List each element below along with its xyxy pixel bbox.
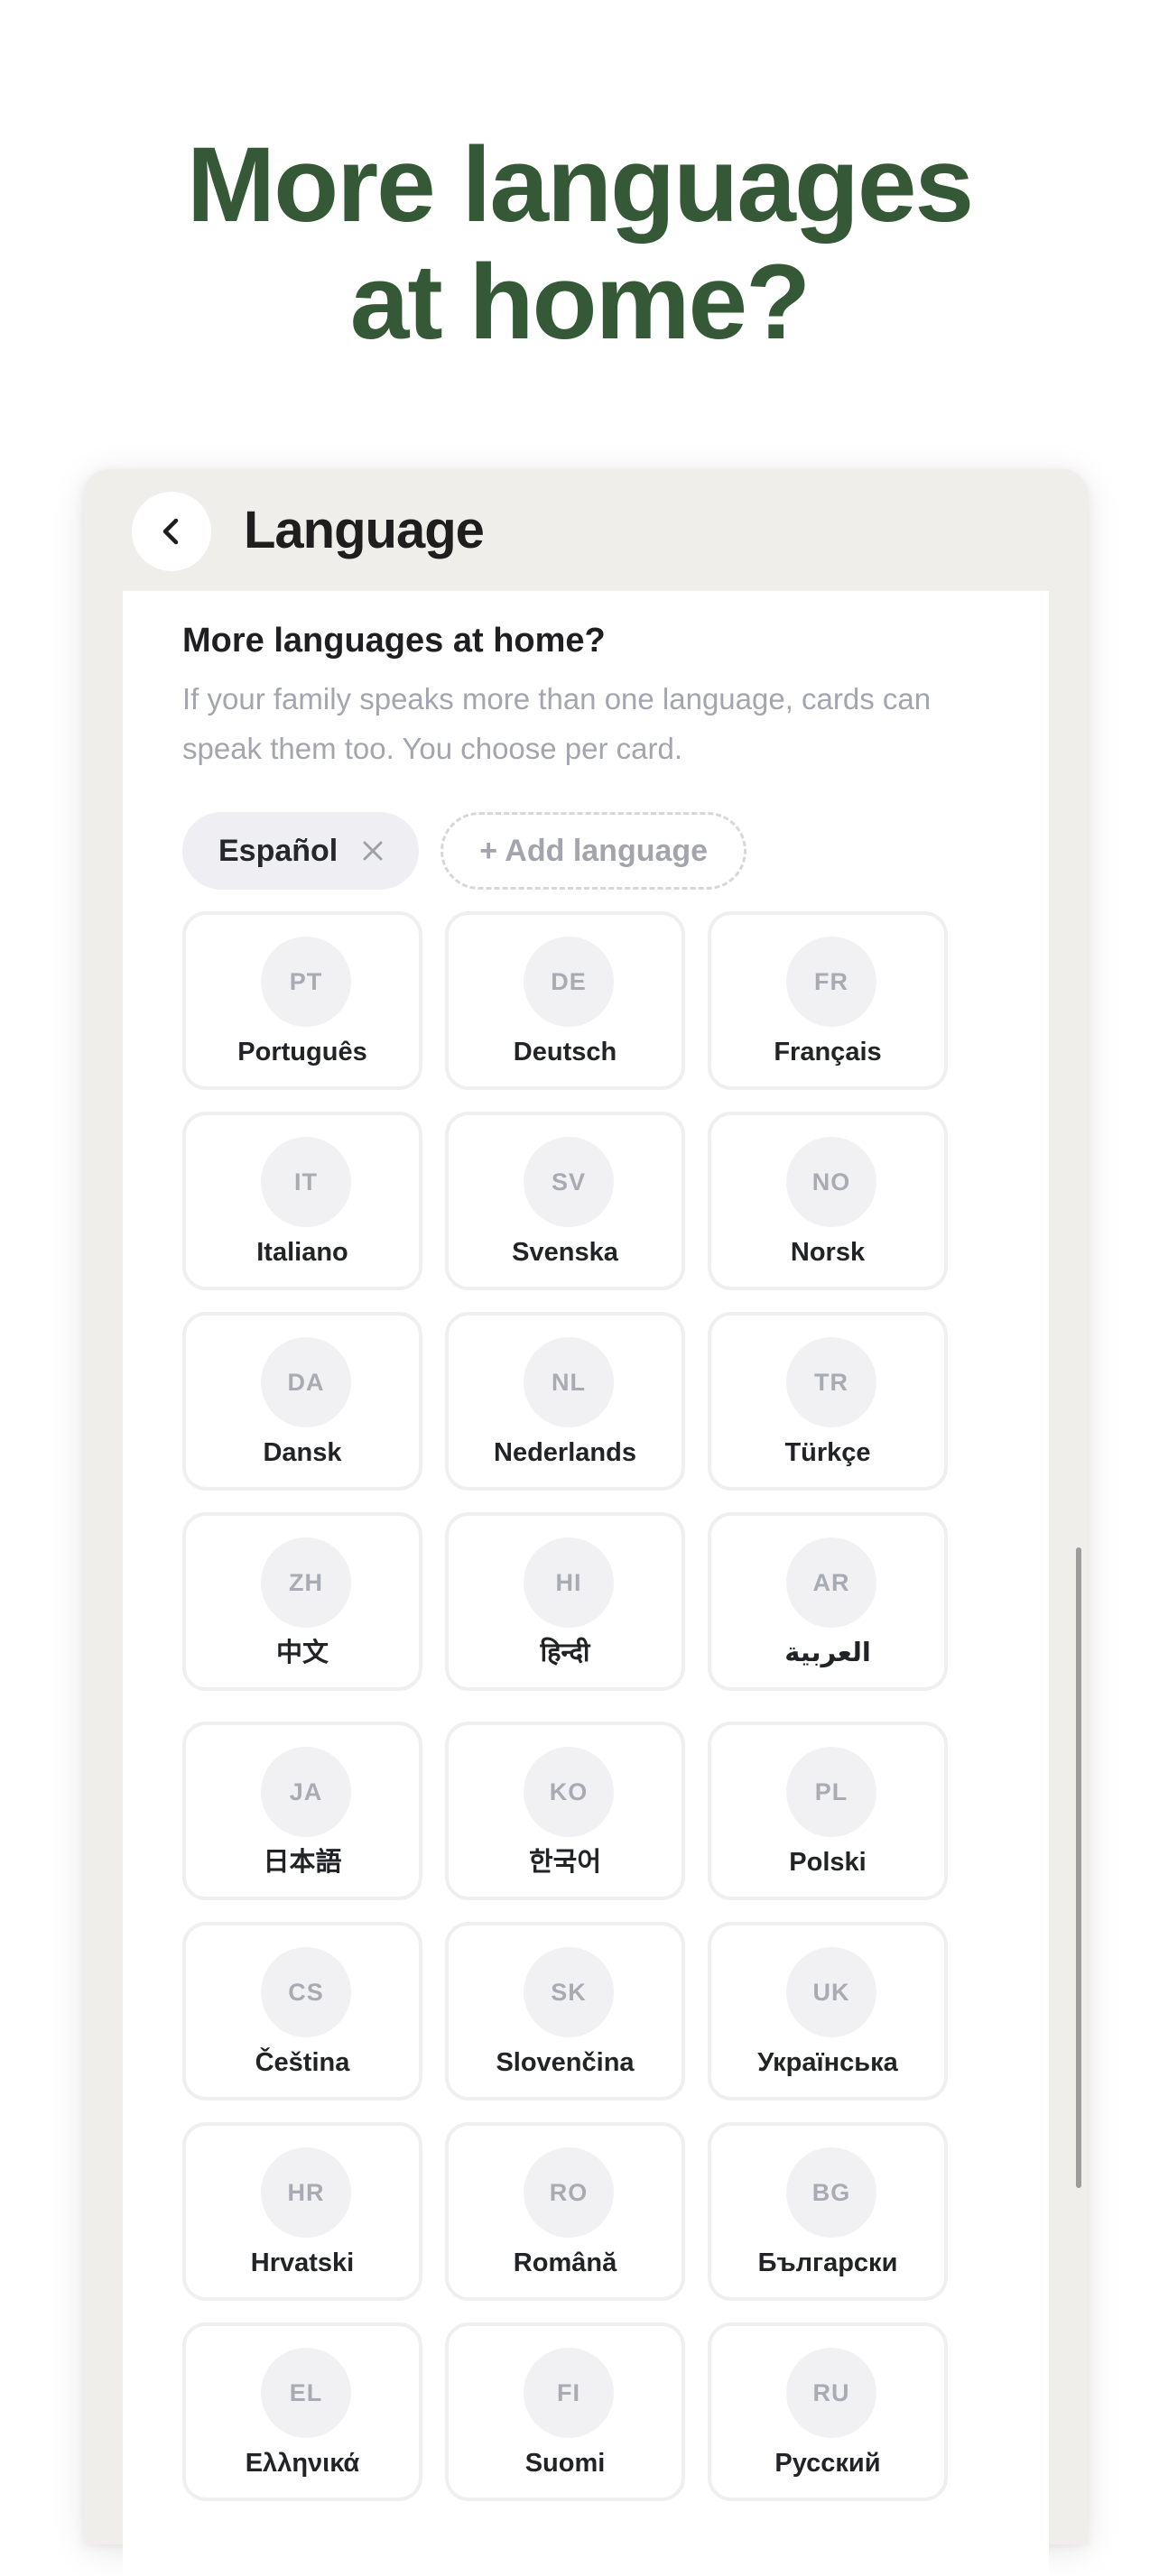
add-language-button[interactable]: + Add language xyxy=(440,812,747,890)
language-card-nl[interactable]: NL Nederlands xyxy=(445,1312,685,1491)
language-name: Русский xyxy=(774,2449,881,2478)
language-code-badge: SK xyxy=(524,1947,614,2037)
language-card-bg[interactable]: BG Български xyxy=(708,2122,948,2301)
hero-heading: More languages at home? xyxy=(0,126,1159,361)
language-code-badge: JA xyxy=(261,1747,351,1837)
scrollbar[interactable] xyxy=(1076,1547,1081,2188)
language-name: Ελληνικά xyxy=(245,2449,360,2478)
language-card-ko[interactable]: KO 한국어 xyxy=(445,1722,685,1900)
language-name: العربية xyxy=(784,1639,871,1667)
language-code-badge: CS xyxy=(261,1947,351,2037)
language-code-badge: IT xyxy=(261,1137,351,1227)
language-name: Türkçe xyxy=(784,1438,871,1467)
language-name: Hrvatski xyxy=(250,2248,355,2277)
language-card-ja[interactable]: JA 日本語 xyxy=(182,1722,422,1900)
language-code-badge: PL xyxy=(786,1747,876,1837)
language-code-badge: UK xyxy=(786,1947,876,2037)
language-name: Slovenčina xyxy=(496,2048,635,2077)
section-title: More languages at home? xyxy=(182,622,606,660)
language-card-zh[interactable]: ZH 中文 xyxy=(182,1512,422,1691)
language-name: Suomi xyxy=(524,2449,606,2478)
language-code-badge: HI xyxy=(524,1537,614,1628)
nav-bar: Language xyxy=(84,469,1088,591)
language-name: हिन्दी xyxy=(540,1639,590,1667)
language-code-badge: BG xyxy=(786,2147,876,2238)
language-name: Svenska xyxy=(512,1238,618,1267)
language-name: Português xyxy=(237,1038,367,1066)
language-code-badge: FR xyxy=(786,937,876,1027)
language-name: 한국어 xyxy=(528,1848,602,1877)
language-code-badge: EL xyxy=(261,2348,351,2438)
language-code-badge: KO xyxy=(524,1747,614,1837)
language-code-badge: RU xyxy=(786,2348,876,2438)
language-card-hr[interactable]: HR Hrvatski xyxy=(182,2122,422,2301)
close-icon[interactable] xyxy=(361,839,385,863)
language-name: 日本語 xyxy=(263,1848,342,1877)
chip-label: Español xyxy=(218,833,338,868)
selected-languages: Español + Add language xyxy=(182,812,747,890)
language-chip-selected[interactable]: Español xyxy=(182,812,420,890)
language-code-badge: ZH xyxy=(261,1537,351,1628)
language-code-badge: SV xyxy=(524,1137,614,1227)
language-card-fi[interactable]: FI Suomi xyxy=(445,2322,685,2501)
language-card-sk[interactable]: SK Slovenčina xyxy=(445,1922,685,2101)
chevron-left-icon xyxy=(162,518,179,545)
back-button[interactable] xyxy=(132,492,211,571)
language-card-it[interactable]: IT Italiano xyxy=(182,1112,422,1290)
language-code-badge: DA xyxy=(261,1337,351,1427)
language-sheet: More languages at home? If your family s… xyxy=(123,591,1049,2576)
device-screen: Language More languages at home? If your… xyxy=(84,469,1088,2576)
language-code-badge: NL xyxy=(524,1337,614,1427)
language-code-badge: DE xyxy=(524,937,614,1027)
language-card-ru[interactable]: RU Русский xyxy=(708,2322,948,2501)
language-name: Nederlands xyxy=(494,1438,636,1467)
language-code-badge: PT xyxy=(261,937,351,1027)
language-code-badge: FI xyxy=(524,2348,614,2438)
language-name: Deutsch xyxy=(513,1038,617,1066)
language-name: Italiano xyxy=(256,1238,348,1267)
language-card-da[interactable]: DA Dansk xyxy=(182,1312,422,1491)
language-name: Українська xyxy=(757,2048,898,2077)
language-code-badge: AR xyxy=(786,1537,876,1628)
language-name: Polski xyxy=(789,1848,867,1877)
language-card-cs[interactable]: CS Čeština xyxy=(182,1922,422,2101)
language-card-ar[interactable]: AR العربية xyxy=(708,1512,948,1691)
language-name: Norsk xyxy=(790,1238,866,1267)
language-name: 中文 xyxy=(275,1639,329,1667)
language-card-tr[interactable]: TR Türkçe xyxy=(708,1312,948,1491)
language-card-ro[interactable]: RO Română xyxy=(445,2122,685,2301)
language-card-uk[interactable]: UK Українська xyxy=(708,1922,948,2101)
language-name: Dansk xyxy=(263,1438,342,1467)
hero-line-1: More languages xyxy=(186,125,974,245)
language-name: Čeština xyxy=(255,2048,350,2077)
language-code-badge: NO xyxy=(786,1137,876,1227)
section-description: If your family speaks more than one lang… xyxy=(182,682,932,765)
language-code-badge: HR xyxy=(261,2147,351,2238)
language-card-pt[interactable]: PT Português xyxy=(182,911,422,1090)
language-card-fr[interactable]: FR Français xyxy=(708,911,948,1090)
language-card-pl[interactable]: PL Polski xyxy=(708,1722,948,1900)
language-code-badge: TR xyxy=(786,1337,876,1427)
language-card-sv[interactable]: SV Svenska xyxy=(445,1112,685,1290)
language-name: Română xyxy=(513,2248,617,2277)
hero-line-2: at home? xyxy=(349,243,811,362)
language-name: Français xyxy=(774,1038,882,1066)
language-card-no[interactable]: NO Norsk xyxy=(708,1112,948,1290)
language-code-badge: RO xyxy=(524,2147,614,2238)
language-card-de[interactable]: DE Deutsch xyxy=(445,911,685,1090)
page-title: Language xyxy=(244,501,485,559)
language-card-hi[interactable]: HI हिन्दी xyxy=(445,1512,685,1691)
language-card-el[interactable]: EL Ελληνικά xyxy=(182,2322,422,2501)
language-name: Български xyxy=(757,2248,898,2277)
